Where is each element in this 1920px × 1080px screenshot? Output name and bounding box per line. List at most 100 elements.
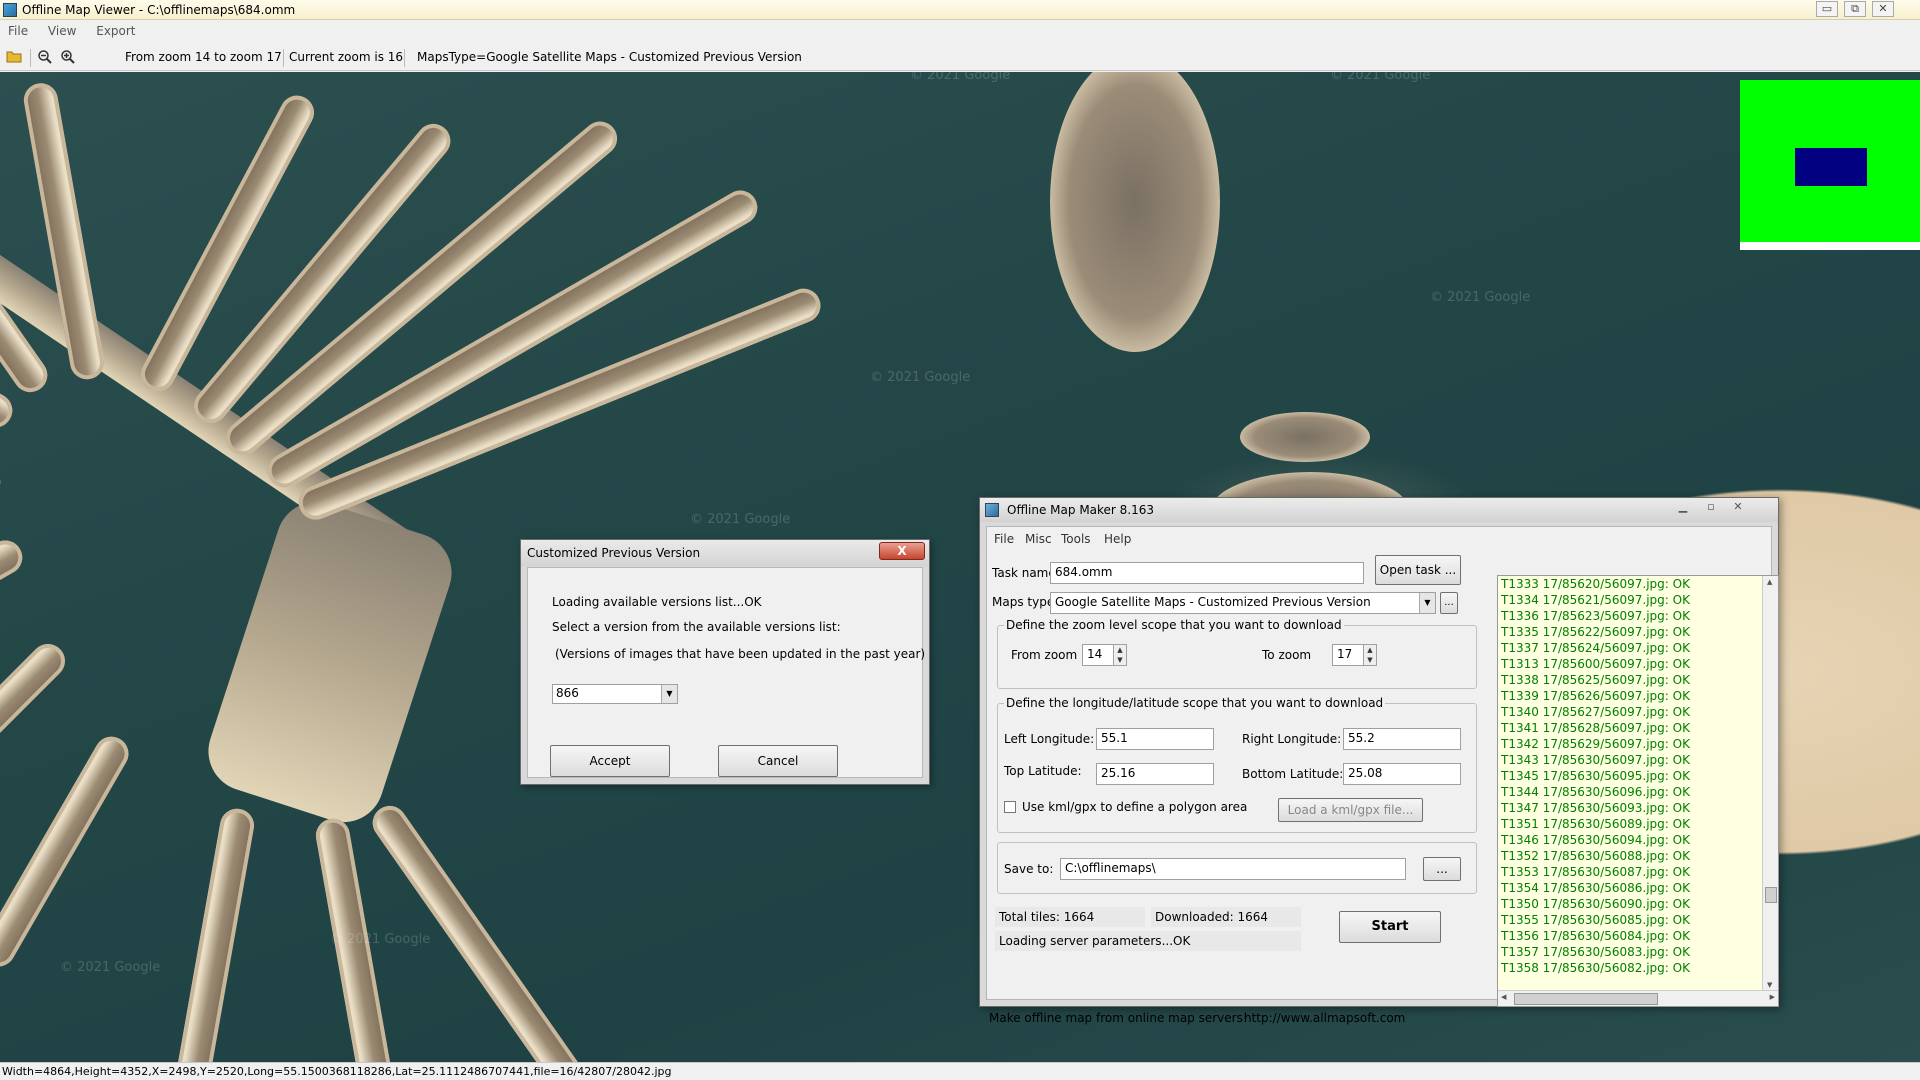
save-to-browse-button[interactable]: ...	[1423, 857, 1461, 881]
log-row: T1353 17/85630/56087.jpg: OK	[1501, 865, 1690, 879]
statusbar: Width=4864,Height=4352,X=2498,Y=2520,Lon…	[0, 1062, 1920, 1080]
loading-status-text: Loading available versions list...OK	[552, 595, 762, 609]
dialog-title: Customized Previous Version	[527, 546, 701, 560]
log-row: T1356 17/85630/56084.jpg: OK	[1501, 929, 1690, 943]
palm-frond	[366, 799, 589, 1062]
from-zoom-input[interactable]: 14	[1082, 644, 1114, 666]
save-to-label: Save to:	[1004, 862, 1054, 876]
omm-menu-misc[interactable]: Misc	[1025, 532, 1052, 546]
log-row: T1342 17/85629/56097.jpg: OK	[1501, 737, 1690, 751]
zoom-out-icon[interactable]	[36, 49, 54, 67]
scroll-left-icon[interactable]: ◀	[1501, 993, 1506, 1001]
scroll-up-icon[interactable]: ▲	[1767, 578, 1772, 586]
log-row: T1343 17/85630/56097.jpg: OK	[1501, 753, 1690, 767]
dialog-close-button[interactable]: X	[879, 542, 925, 560]
log-vertical-scrollbar[interactable]: ▲ ▼	[1762, 576, 1778, 991]
statusbar-text: Width=4864,Height=4352,X=2498,Y=2520,Lon…	[2, 1065, 672, 1078]
small-island	[1240, 412, 1370, 462]
bottom-latitude-label: Bottom Latitude:	[1242, 767, 1344, 781]
zoom-scope-legend: Define the zoom level scope that you wan…	[1004, 618, 1344, 632]
log-hscroll-thumb[interactable]	[1514, 993, 1658, 1005]
current-zoom-text: Current zoom is 16	[289, 50, 404, 64]
omm-menu-tools[interactable]: Tools	[1061, 532, 1091, 546]
log-row: T1313 17/85600/56097.jpg: OK	[1501, 657, 1690, 671]
log-row: T1338 17/85625/56097.jpg: OK	[1501, 673, 1690, 687]
menubar: File View Export	[0, 21, 1920, 41]
log-row: T1341 17/85628/56097.jpg: OK	[1501, 721, 1690, 735]
map-watermark: © 2021 Google	[330, 932, 431, 947]
from-zoom-label: From zoom	[1011, 648, 1078, 662]
log-row: T1344 17/85630/56096.jpg: OK	[1501, 785, 1690, 799]
log-row: T1340 17/85627/56097.jpg: OK	[1501, 705, 1690, 719]
omm-minimize-button[interactable]: ▁	[1671, 500, 1695, 516]
menu-export[interactable]: Export	[88, 21, 143, 38]
bottom-latitude-input[interactable]: 25.08	[1343, 763, 1461, 785]
cancel-button[interactable]: Cancel	[718, 745, 838, 777]
toolbar-separator	[30, 49, 31, 67]
log-horizontal-scrollbar[interactable]: ◀ ▶	[1498, 990, 1778, 1006]
menu-view[interactable]: View	[40, 21, 84, 38]
top-latitude-input[interactable]: 25.16	[1096, 763, 1214, 785]
log-row: T1358 17/85630/56082.jpg: OK	[1501, 961, 1690, 975]
minimize-button[interactable]: ▭	[1816, 1, 1838, 17]
use-kml-checkbox[interactable]	[1004, 801, 1016, 813]
from-zoom-spinner[interactable]: ▲ ▼	[1113, 644, 1127, 666]
restore-button[interactable]: ⧉	[1844, 1, 1866, 17]
scroll-down-icon[interactable]: ▼	[1767, 981, 1772, 989]
open-task-button[interactable]: Open task ...	[1375, 555, 1461, 585]
maps-type-select[interactable]: Google Satellite Maps - Customized Previ…	[1050, 592, 1436, 614]
load-kml-button[interactable]: Load a kml/gpx file...	[1278, 798, 1423, 822]
start-button[interactable]: Start	[1339, 911, 1441, 943]
log-row: T1334 17/85621/56097.jpg: OK	[1501, 593, 1690, 607]
omm-close-button[interactable]: ✕	[1726, 500, 1750, 516]
close-button[interactable]: ✕	[1872, 1, 1894, 17]
lonlat-scope-group: Define the longitude/latitude scope that…	[997, 696, 1477, 833]
task-name-input[interactable]: 684.omm	[1050, 562, 1364, 584]
footer-url-link[interactable]: http://www.allmapsoft.com	[1244, 1011, 1405, 1025]
versions-hint-text: (Versions of images that have been updat…	[555, 647, 926, 661]
map-overview[interactable]	[1740, 80, 1920, 250]
menu-file[interactable]: File	[0, 21, 36, 38]
map-watermark: © 2021 Google	[870, 370, 971, 385]
log-row: T1347 17/85630/56093.jpg: OK	[1501, 801, 1690, 815]
zoom-in-icon[interactable]	[59, 49, 77, 67]
palm-frond	[134, 89, 320, 397]
scroll-right-icon[interactable]: ▶	[1770, 993, 1775, 1001]
version-select[interactable]: 866 ▼	[552, 684, 678, 704]
to-zoom-input[interactable]: 17	[1332, 644, 1364, 666]
save-to-group: Save to: C:\offlinemaps\ ...	[997, 842, 1477, 894]
downloaded-text: Downloaded: 1664	[1151, 907, 1301, 927]
left-longitude-input[interactable]: 55.1	[1096, 728, 1214, 750]
palm-frond	[0, 462, 3, 538]
version-select-value: 866	[556, 686, 579, 700]
dialog-titlebar: Customized Previous Version X	[521, 540, 929, 566]
log-rows: T1333 17/85620/56097.jpg: OK T1334 17/856…	[1501, 576, 1761, 976]
omm-menu-help[interactable]: Help	[1104, 532, 1131, 546]
chevron-down-icon[interactable]: ▼	[1419, 593, 1435, 613]
accept-button[interactable]: Accept	[550, 745, 670, 777]
omm-title: Offline Map Maker 8.163	[1007, 503, 1155, 517]
total-tiles-text: Total tiles: 1664	[995, 907, 1145, 927]
right-longitude-input[interactable]: 55.2	[1343, 728, 1461, 750]
log-scroll-thumb[interactable]	[1765, 887, 1777, 903]
save-to-input[interactable]: C:\offlinemaps\	[1060, 858, 1406, 880]
to-zoom-spinner[interactable]: ▲ ▼	[1363, 644, 1377, 666]
open-folder-icon[interactable]	[5, 49, 23, 67]
omm-client-area: File Misc Tools Help Task name: 684.omm …	[986, 526, 1779, 1025]
palm-trunk-base	[198, 491, 462, 833]
log-row: T1336 17/85623/56097.jpg: OK	[1501, 609, 1690, 623]
omm-maximize-button[interactable]: ▫	[1699, 500, 1723, 516]
overview-viewport[interactable]	[1795, 148, 1867, 186]
use-kml-label: Use kml/gpx to define a polygon area	[1022, 800, 1248, 814]
zoom-range-text: From zoom 14 to zoom 17	[125, 50, 282, 64]
map-watermark: © 2021 Google	[690, 512, 791, 527]
crescent-island	[1050, 72, 1220, 352]
map-watermark: © 2021 Google	[60, 960, 161, 975]
log-row: T1355 17/85630/56085.jpg: OK	[1501, 913, 1690, 927]
omm-menu-file[interactable]: File	[994, 532, 1014, 546]
download-log[interactable]: T1333 17/85620/56097.jpg: OK T1334 17/856…	[1497, 575, 1779, 1007]
server-status-text: Loading server parameters...OK	[995, 931, 1301, 951]
log-row: T1345 17/85630/56095.jpg: OK	[1501, 769, 1690, 783]
chevron-down-icon[interactable]: ▼	[661, 685, 677, 703]
maps-type-browse-button[interactable]: ...	[1440, 592, 1458, 614]
